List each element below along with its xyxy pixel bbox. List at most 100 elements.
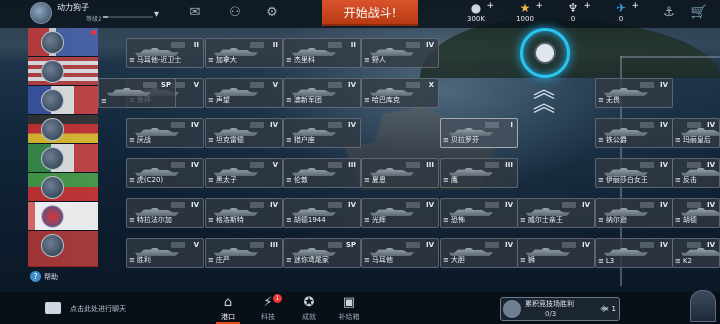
nation-tab-5[interactable]	[28, 144, 98, 173]
shop-cart-icon[interactable]: 🛒	[690, 5, 708, 21]
anchor-icon[interactable]: ⚓	[660, 5, 678, 21]
ship-card[interactable]: IV ≡ 纳尔逊	[595, 198, 673, 228]
ship-class-bar	[640, 122, 654, 128]
ship-card[interactable]: IV ≡ 光辉	[361, 198, 439, 228]
ship-tier: III	[348, 161, 356, 169]
nav-achievement[interactable]: ✪ 成就	[291, 294, 327, 322]
ship-card[interactable]: II ≡ 杰里科	[283, 38, 361, 68]
ship-card[interactable]: IV ≡ 胡德	[672, 198, 720, 228]
chat-prompt[interactable]: 点击此处进行聊天	[70, 304, 126, 314]
silver-resource[interactable]: ● 300K +	[456, 1, 496, 24]
ship-tier: II	[272, 41, 278, 49]
ship-name: ≡ 马耳他	[364, 255, 393, 265]
ship-class-bar	[485, 242, 499, 248]
chat-icon[interactable]	[45, 302, 61, 314]
ship-class-bar	[250, 202, 264, 208]
ship-card[interactable]: IV ≡ 无畏	[595, 78, 673, 108]
nation-tab-6[interactable]	[28, 173, 98, 202]
ship-card[interactable]: IV ≡ 马耳他	[361, 238, 439, 268]
player-avatar[interactable]	[30, 2, 52, 24]
ship-card[interactable]: SP ≡ 迷你鸢尾家	[283, 238, 361, 268]
nav-supply-box[interactable]: ▣ 补给箱	[331, 294, 367, 322]
ship-class-bar	[250, 162, 264, 168]
plus-icon[interactable]: +	[583, 1, 591, 11]
ship-name: ≡ 虎(C20)	[129, 175, 163, 185]
nav-tech[interactable]: ⚡ 科技 1	[250, 294, 286, 322]
plus-icon[interactable]: +	[486, 1, 494, 11]
ship-card[interactable]: IV ≡ L3	[595, 238, 673, 268]
ship-card[interactable]: IV ≡ 澳新军团	[283, 78, 361, 108]
nav-label: 成就	[302, 313, 316, 321]
start-battle-button[interactable]: 开始战斗!	[322, 0, 418, 26]
ship-card[interactable]: I ≡ 贝拉罗芬	[440, 118, 518, 148]
nation-tab-2[interactable]	[28, 57, 98, 86]
friends-icon[interactable]: ⚇	[226, 5, 244, 21]
nation-tab-4[interactable]	[28, 115, 98, 144]
ship-card[interactable]: IV ≡ 野人	[361, 38, 439, 68]
ship-card[interactable]: III ≡ 夏恩	[361, 158, 439, 188]
ship-class-icon: ≡	[598, 176, 604, 184]
ship-card[interactable]: IV ≡ 猎户座	[283, 118, 361, 148]
mail-icon[interactable]: ✉	[186, 5, 204, 21]
ship-card[interactable]: IV ≡ 虎(C20)	[126, 158, 204, 188]
ship-card[interactable]: IV ≡ 威尔士亲王	[517, 198, 595, 228]
arena-progress-panel[interactable]: 累积竞技场胜利 0/3 ◈ × 1	[500, 297, 620, 321]
captain-portrait[interactable]	[690, 290, 716, 322]
ship-class-icon: ≡	[364, 216, 370, 224]
ship-card[interactable]: IV ≡ 胡德1944	[283, 198, 361, 228]
ship-card[interactable]: IV ≡ 伊丽莎白女王	[595, 158, 673, 188]
nav-port[interactable]: ⌂ 港口	[210, 294, 246, 324]
ship-card[interactable]: X ≡ 哈巴库克	[361, 78, 439, 108]
plus-icon[interactable]: +	[535, 1, 543, 11]
ship-class-icon: ≡	[129, 216, 135, 224]
ship-card[interactable]: III ≡ 鹰	[440, 158, 518, 188]
ship-class-icon: ≡	[364, 256, 370, 264]
ship-card[interactable]: II ≡ 加拿大	[205, 38, 283, 68]
ship-card[interactable]: V ≡ 黑太子	[205, 158, 283, 188]
ship-card[interactable]: IV ≡ K2	[672, 238, 720, 268]
nation-tab-3[interactable]	[28, 86, 98, 115]
ship-card[interactable]: III ≡ 庄严	[205, 238, 283, 268]
ship-card[interactable]: V ≡ 声望	[205, 78, 283, 108]
ship-card[interactable]: IV ≡ 反击	[672, 158, 720, 188]
ship-tier: SP	[345, 241, 356, 249]
ship-card[interactable]: IV ≡ 特拉法尔加	[126, 198, 204, 228]
nation-emblem-icon	[41, 31, 64, 54]
ship-card[interactable]: IV ≡ 狮	[517, 238, 595, 268]
help-icon[interactable]: ?	[30, 271, 41, 282]
chevron-up-icon[interactable]: ︽ ︽	[526, 80, 562, 124]
nation-tab-8[interactable]	[28, 231, 98, 267]
plus-icon[interactable]: +	[631, 1, 639, 11]
ship-tier: IV	[706, 201, 715, 209]
ship-name-text: 鹰	[450, 176, 458, 184]
nation-tab-7[interactable]	[28, 202, 98, 231]
ship-name-text: 胜利	[136, 256, 151, 264]
arena-title: 累积竞技场胜利	[525, 300, 574, 308]
help-label[interactable]: 帮助	[44, 272, 58, 282]
ship-name-text: 胡德	[682, 216, 697, 224]
settings-icon[interactable]: ⚙	[263, 5, 281, 21]
ship-emblem-icon	[534, 42, 556, 64]
blueprint-resource[interactable]: ♆ 0 +	[553, 1, 593, 24]
ship-card[interactable]: SP ≡	[98, 78, 176, 108]
ship-card[interactable]: V ≡ 胜利	[126, 238, 204, 268]
ship-card[interactable]: III ≡ 伦敦	[283, 158, 361, 188]
ship-card[interactable]: IV ≡ 厌战	[126, 118, 204, 148]
ship-card[interactable]: IV ≡ 玛丽皇后	[672, 118, 720, 148]
ship-card[interactable]: IV ≡ 格洛斯特	[205, 198, 283, 228]
ship-card[interactable]: IV ≡ 大胆	[440, 238, 518, 268]
ship-tier: V	[193, 241, 199, 249]
ship-card[interactable]: IV ≡ 铁公爵	[595, 118, 673, 148]
ship-name-text: 哈巴库克	[371, 96, 400, 104]
ship-card[interactable]: IV ≡ 恐怖	[440, 198, 518, 228]
research-resource[interactable]: ✈ 0 +	[601, 1, 641, 24]
ship-class-bar	[406, 42, 420, 48]
gold-resource[interactable]: ★ 1000 +	[505, 1, 545, 24]
ship-card[interactable]: II ≡ 马耳他-近卫士	[126, 38, 204, 68]
ship-card[interactable]: IV ≡ 坦克雷德	[205, 118, 283, 148]
ship-class-bar	[406, 202, 420, 208]
selected-ship-ring-icon[interactable]	[520, 28, 570, 78]
ship-class-bar	[143, 82, 157, 88]
chevron-down-icon[interactable]: ▾	[154, 9, 159, 20]
nation-tab-1[interactable]	[28, 28, 98, 57]
